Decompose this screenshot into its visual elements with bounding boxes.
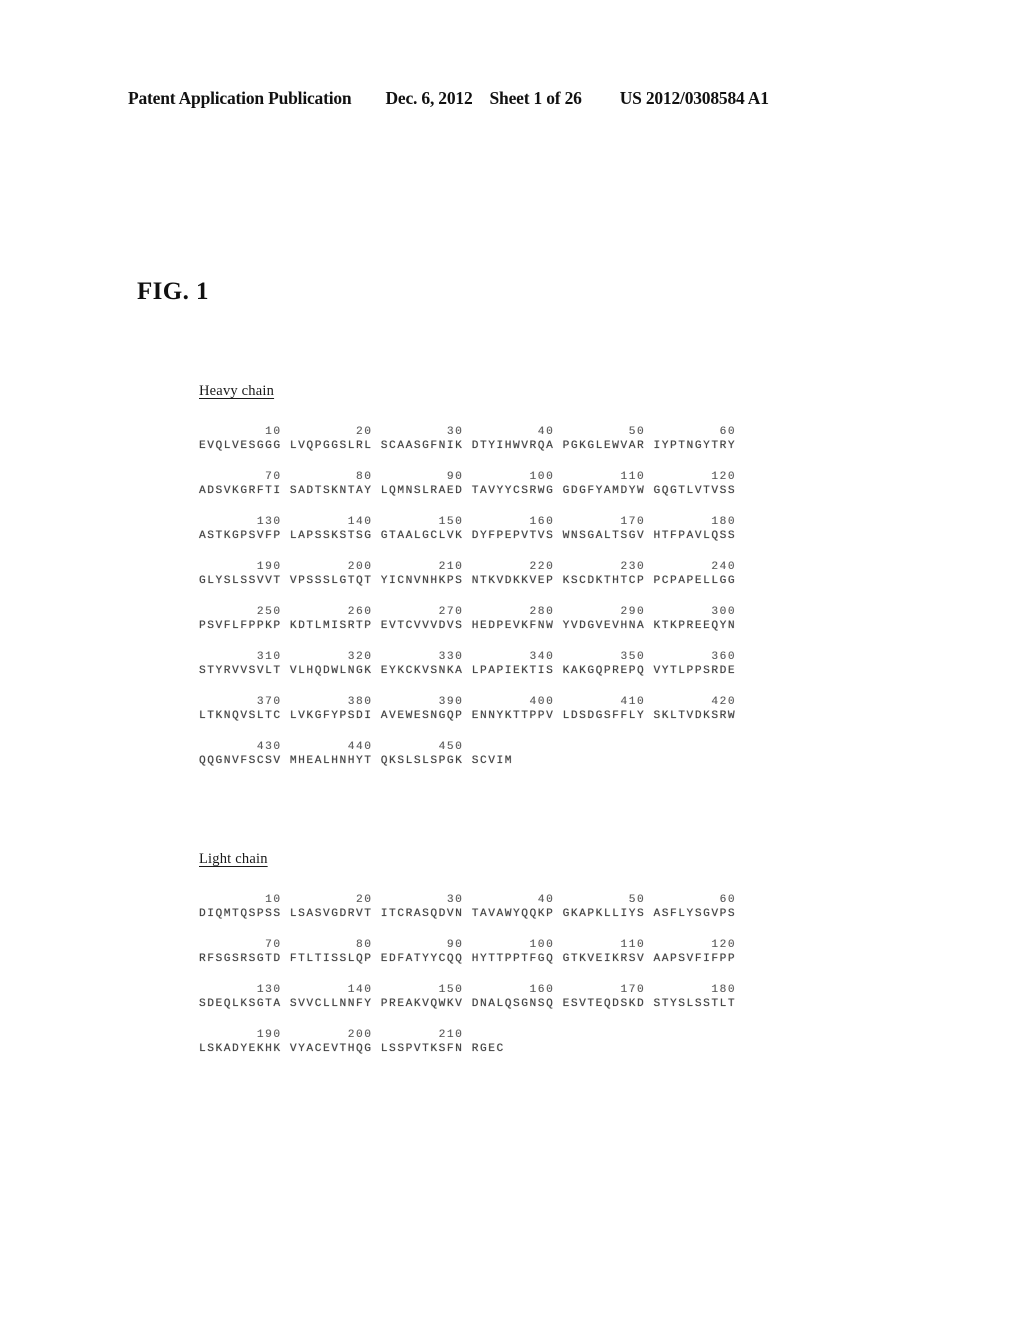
sequence-position-ruler: 10 20 30 40 50 60 bbox=[199, 426, 737, 438]
header-patent-number: US 2012/0308584 A1 bbox=[619, 88, 769, 108]
figure-label: FIG. 1 bbox=[137, 278, 209, 305]
sequence-row: 190 200 210 LSKADYEKHK VYACEVTHQG LSSPVTK… bbox=[199, 1029, 736, 1059]
sequence-residues: QQGNVFSCSV MHEALHNHYT QKSLSLSPGK SCVIM bbox=[199, 755, 514, 767]
sequence-position-ruler: 10 20 30 40 50 60 bbox=[199, 894, 737, 906]
header-date: Dec. 6, 2012 bbox=[385, 88, 473, 108]
heavy-chain-title: Heavy chain bbox=[199, 383, 275, 399]
sequence-position-ruler: 310 320 330 340 350 360 bbox=[199, 651, 737, 663]
sequence-position-ruler: 370 380 390 400 410 420 bbox=[199, 696, 737, 708]
sequence-row: 10 20 30 40 50 60 DIQMTQSPSS LSASVGDRVT I… bbox=[199, 894, 737, 924]
sequence-row: 130 140 150 160 170 180 SDEQLKSGTA SVVCLL… bbox=[199, 984, 737, 1014]
header-sheet-number: Sheet 1 of 26 bbox=[489, 88, 582, 108]
sequence-position-ruler: 430 440 450 bbox=[199, 741, 464, 753]
sequence-row: 310 320 330 340 350 360 STYRVVSVLT VLHQDW… bbox=[199, 651, 737, 681]
sequence-row: 70 80 90 100 110 120 RFSGSRSGTD FTLTISSLQ… bbox=[199, 939, 737, 969]
heavy-chain-section: Heavy chain 10 20 30 40 50 60 EVQLVESGGG … bbox=[199, 382, 736, 771]
sequence-row: 70 80 90 100 110 120 ADSVKGRFTI SADTSKNTA… bbox=[199, 471, 737, 501]
sequence-position-ruler: 70 80 90 100 110 120 bbox=[199, 939, 737, 951]
sequence-residues: SDEQLKSGTA SVVCLLNNFY PREAKVQWKV DNALQSG… bbox=[199, 998, 737, 1010]
sequence-position-ruler: 190 200 210 bbox=[199, 1029, 464, 1041]
sequence-residues: EVQLVESGGG LVQPGGSLRL SCAASGFNIK DTYIHWV… bbox=[199, 440, 737, 452]
sequence-position-ruler: 70 80 90 100 110 120 bbox=[199, 471, 737, 483]
light-chain-sequence-rows: 10 20 30 40 50 60 DIQMTQSPSS LSASVGDRVT I… bbox=[199, 894, 737, 1059]
sequence-row: 430 440 450 QQGNVFSCSV MHEALHNHYT QKSLSLS… bbox=[199, 741, 736, 771]
sequence-residues: ASTKGPSVFP LAPSSKSTSG GTAALGCLVK DYFPEPV… bbox=[199, 530, 737, 542]
sequence-residues: LSKADYEKHK VYACEVTHQG LSSPVTKSFN RGEC bbox=[199, 1043, 505, 1055]
sequence-row: 190 200 210 220 230 240 GLYSLSSVVT VPSSSL… bbox=[199, 561, 737, 591]
light-chain-title: Light chain bbox=[199, 851, 268, 867]
header-publication-label: Patent Application Publication bbox=[128, 88, 352, 108]
sequence-row: 250 260 270 280 290 300 PSVFLFPPKP KDTLMI… bbox=[199, 606, 737, 636]
light-chain-section: Light chain 10 20 30 40 50 60 DIQMTQSPSS … bbox=[199, 850, 736, 1059]
sequence-position-ruler: 190 200 210 220 230 240 bbox=[199, 561, 737, 573]
sequence-residues: PSVFLFPPKP KDTLMISRTP EVTCVVVDVS HEDPEVK… bbox=[199, 620, 737, 632]
page-header: Patent Application Publication Dec. 6, 2… bbox=[128, 88, 896, 109]
sequence-residues: DIQMTQSPSS LSASVGDRVT ITCRASQDVN TAVAWYQ… bbox=[199, 908, 737, 920]
sequence-position-ruler: 130 140 150 160 170 180 bbox=[199, 984, 737, 996]
sequence-row: 370 380 390 400 410 420 LTKNQVSLTC LVKGFY… bbox=[199, 696, 737, 726]
sequence-residues: RFSGSRSGTD FTLTISSLQP EDFATYYCQQ HYTTPPT… bbox=[199, 953, 737, 965]
sequence-residues: ADSVKGRFTI SADTSKNTAY LQMNSLRAED TAVYYCS… bbox=[199, 485, 737, 497]
sequence-row: 10 20 30 40 50 60 EVQLVESGGG LVQPGGSLRL S… bbox=[199, 426, 737, 456]
sequence-row: 130 140 150 160 170 180 ASTKGPSVFP LAPSSK… bbox=[199, 516, 737, 546]
sequence-residues: STYRVVSVLT VLHQDWLNGK EYKCKVSNKA LPAPIEK… bbox=[199, 665, 737, 677]
sequence-residues: GLYSLSSVVT VPSSSLGTQT YICNVNHKPS NTKVDKK… bbox=[199, 575, 737, 587]
sequence-residues: LTKNQVSLTC LVKGFYPSDI AVEWESNGQP ENNYKTT… bbox=[199, 710, 737, 722]
sequence-position-ruler: 130 140 150 160 170 180 bbox=[199, 516, 737, 528]
heavy-chain-sequence-rows: 10 20 30 40 50 60 EVQLVESGGG LVQPGGSLRL S… bbox=[199, 426, 737, 771]
sequence-position-ruler: 250 260 270 280 290 300 bbox=[199, 606, 737, 618]
